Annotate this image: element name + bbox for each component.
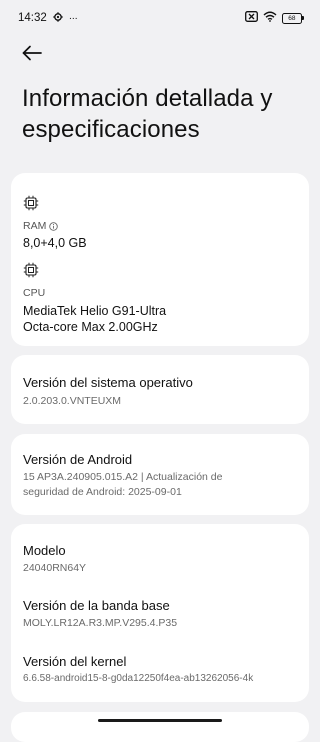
info-icon[interactable] — [49, 221, 59, 231]
os-version-card[interactable]: Versión del sistema operativo 2.0.203.0.… — [11, 355, 309, 424]
android-version-value-line1: 15 AP3A.240905.015.A2 | Actualización de — [23, 471, 223, 483]
android-version-value-line2: seguridad de Android: 2025-09-01 — [23, 486, 182, 498]
os-version-value: 2.0.203.0.VNTEUXM — [23, 395, 122, 407]
sim-off-icon — [244, 11, 258, 25]
more-notifications-icon: ··· — [68, 12, 78, 24]
cpu-label: CPU — [23, 287, 46, 299]
next-card — [11, 712, 309, 742]
kernel-title: Versión del kernel — [23, 654, 127, 669]
os-version-title: Versión del sistema operativo — [23, 375, 193, 390]
hardware-card: RAM 8,0+4,0 GB CPU MediaTek Helio G91-Ul… — [11, 173, 309, 346]
status-time: 14:32 — [18, 12, 47, 24]
baseband-value: MOLY.LR12A.R3.MP.V295.4.P35 — [23, 617, 178, 629]
ram-value: 8,0+4,0 GB — [23, 236, 87, 250]
page-title: Información detallada y especificaciones — [22, 85, 273, 143]
device-info-card: Modelo 24040RN64Y Versión de la banda ba… — [11, 524, 309, 702]
cpu-value-line2: Octa-core Max 2.00GHz — [23, 320, 158, 334]
wifi-icon — [263, 11, 277, 25]
home-indicator[interactable] — [98, 719, 222, 722]
battery-level: 68 — [281, 12, 302, 24]
settings-gear-icon — [53, 11, 63, 25]
ram-label: RAM — [23, 220, 47, 232]
status-bar-right: 68 — [244, 11, 304, 25]
ram-label-row: RAM — [23, 220, 59, 232]
model-title: Modelo — [23, 543, 66, 558]
back-arrow-icon — [22, 45, 42, 61]
android-version-card[interactable]: Versión de Android 15 AP3A.240905.015.A2… — [11, 434, 309, 515]
ram-chip-icon — [23, 195, 39, 211]
cpu-chip-icon — [23, 262, 39, 278]
back-button[interactable] — [20, 42, 44, 64]
baseband-title: Versión de la banda base — [23, 598, 170, 613]
status-bar-left: 14:32 ··· — [18, 11, 78, 25]
kernel-value: 6.6.58-android15-8-g0da12250f4ea-ab13262… — [23, 673, 254, 684]
android-version-title: Versión de Android — [23, 452, 133, 467]
status-bar: 14:32 ··· 68 — [0, 0, 320, 36]
model-value: 24040RN64Y — [23, 562, 87, 574]
cpu-value-line1: MediaTek Helio G91-Ultra — [23, 304, 167, 318]
battery-icon: 68 — [281, 12, 304, 24]
